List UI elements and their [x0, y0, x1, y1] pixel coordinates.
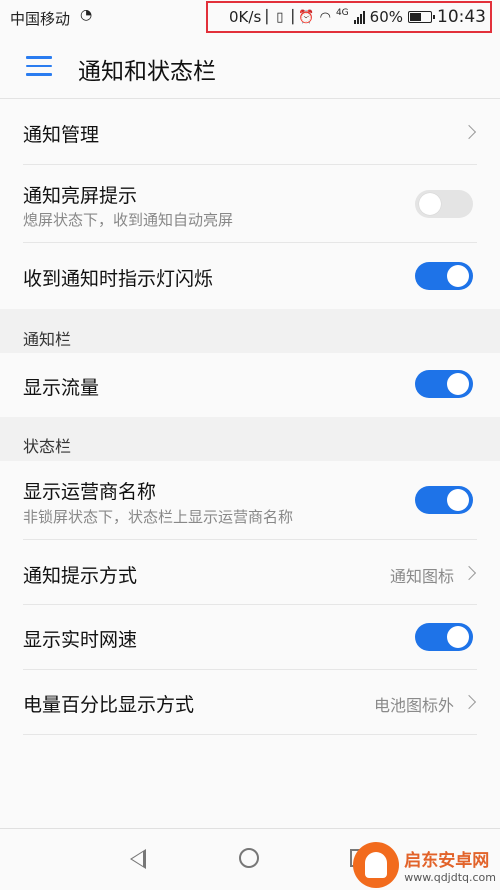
section-label: 通知栏	[23, 330, 72, 349]
carrier-name-toggle[interactable]	[415, 486, 473, 514]
realtime-speed-row[interactable]: 显示实时网速	[0, 605, 500, 669]
back-icon[interactable]	[130, 849, 146, 869]
row-title: 通知管理	[23, 124, 100, 146]
section-label: 状态栏	[23, 437, 72, 456]
chevron-right-icon	[461, 124, 477, 140]
net-speed: 0K/s	[229, 8, 262, 26]
vibrate-icon: ▏▯▕	[266, 9, 294, 25]
menu-icon[interactable]	[26, 56, 52, 76]
app-bar: 通知和状态栏	[0, 34, 500, 99]
show-traffic-toggle[interactable]	[415, 370, 473, 398]
page-title: 通知和状态栏	[78, 59, 216, 85]
chevron-right-icon	[461, 694, 477, 710]
row-title: 显示运营商名称	[23, 481, 157, 503]
notify-style-row[interactable]: 通知提示方式 通知图标	[0, 540, 500, 604]
led-blink-row[interactable]: 收到通知时指示灯闪烁	[0, 243, 500, 309]
realtime-speed-toggle[interactable]	[415, 623, 473, 651]
battery-percent: 60%	[369, 8, 403, 26]
row-title: 电量百分比显示方式	[23, 694, 195, 716]
network-type: 4G	[335, 8, 349, 18]
data-saver-icon: ◔	[80, 7, 93, 23]
alarm-icon: ⏰	[298, 9, 315, 25]
watermark: 启东安卓网 www.qdjdtq.com	[353, 842, 496, 888]
home-icon[interactable]	[239, 848, 259, 868]
battery-percent-style-row[interactable]: 电量百分比显示方式 电池图标外	[0, 670, 500, 734]
clock: 10:43	[437, 7, 486, 27]
watermark-logo-icon	[353, 842, 400, 888]
navigation-bar: 启东安卓网 www.qdjdtq.com	[0, 828, 500, 890]
status-bar: 中国移动 ◔ 0K/s ▏▯▕ ⏰ ◠ 4G 60% 10:43	[0, 0, 500, 34]
carrier-name: 中国移动	[10, 10, 71, 28]
watermark-name: 启东安卓网	[404, 851, 490, 871]
wake-screen-toggle[interactable]	[415, 190, 473, 218]
section-header-notification-bar: 通知栏	[0, 309, 500, 353]
row-value: 通知图标	[389, 567, 454, 586]
battery-icon	[408, 11, 435, 23]
section-header-status-bar: 状态栏	[0, 417, 500, 461]
wifi-icon: ◠	[319, 9, 331, 25]
row-title: 显示实时网速	[23, 629, 138, 651]
battery-level	[410, 13, 421, 21]
carrier-name-row[interactable]: 显示运营商名称 非锁屏状态下，状态栏上显示运营商名称	[0, 461, 500, 539]
divider	[23, 734, 477, 735]
row-value: 电池图标外	[373, 696, 454, 715]
led-blink-toggle[interactable]	[415, 262, 473, 290]
row-subtitle: 非锁屏状态下，状态栏上显示运营商名称	[23, 508, 294, 526]
signal-icon	[353, 10, 365, 24]
wake-screen-row[interactable]: 通知亮屏提示 熄屏状态下，收到通知自动亮屏	[0, 165, 500, 243]
notification-management-row[interactable]: 通知管理	[0, 99, 500, 165]
row-title: 通知亮屏提示	[23, 185, 138, 207]
status-icons-highlight: 0K/s ▏▯▕ ⏰ ◠ 4G 60% 10:43	[206, 1, 492, 33]
row-title: 收到通知时指示灯闪烁	[23, 268, 214, 290]
show-traffic-row[interactable]: 显示流量	[0, 353, 500, 417]
row-title: 通知提示方式	[23, 565, 138, 587]
row-subtitle: 熄屏状态下，收到通知自动亮屏	[23, 211, 234, 229]
row-title: 显示流量	[23, 377, 100, 399]
chevron-right-icon	[461, 565, 477, 581]
watermark-url: www.qdjdtq.com	[404, 871, 496, 884]
